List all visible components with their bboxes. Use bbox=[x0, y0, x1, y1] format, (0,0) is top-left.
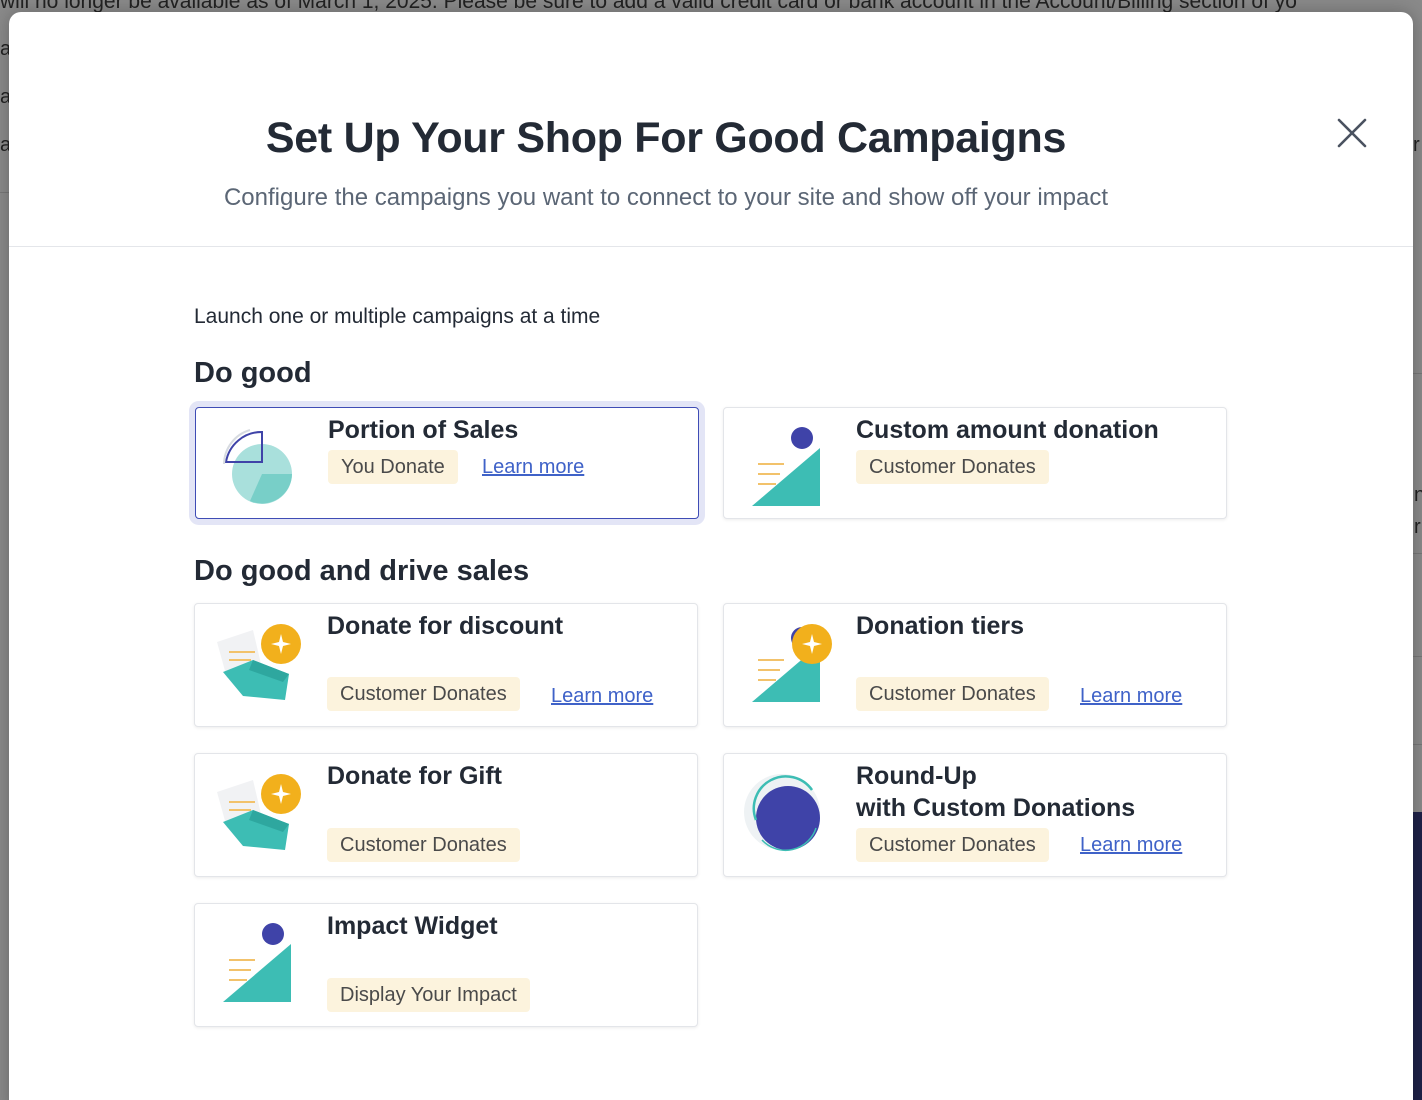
campaign-card-impact-widget[interactable]: Impact Widget Display Your Impact bbox=[194, 903, 698, 1027]
learn-more-link[interactable]: Learn more bbox=[482, 450, 584, 484]
discount-gift-icon bbox=[213, 620, 303, 710]
campaign-card-portion-of-sales[interactable]: Portion of Sales You Donate Learn more bbox=[195, 407, 699, 519]
card-title: Donate for Gift bbox=[327, 762, 502, 790]
learn-more-link[interactable]: Learn more bbox=[1080, 679, 1182, 713]
modal-title: Set Up Your Shop For Good Campaigns bbox=[265, 114, 1067, 162]
bg-fragment: n bbox=[1414, 484, 1422, 506]
card-title-line2: with Custom Donations bbox=[856, 794, 1136, 822]
section-title-do-good-drive-sales: Do good and drive sales bbox=[194, 555, 530, 587]
intro-text: Launch one or multiple campaigns at a ti… bbox=[194, 305, 601, 328]
bg-fragment: r bbox=[1414, 516, 1421, 538]
card-tag: Display Your Impact bbox=[327, 978, 530, 1012]
card-title: Donation tiers bbox=[856, 612, 1025, 640]
learn-more-link[interactable]: Learn more bbox=[1080, 828, 1182, 862]
card-tag: Customer Donates bbox=[327, 677, 520, 711]
close-button[interactable] bbox=[1331, 112, 1373, 154]
bg-navy-panel bbox=[1412, 812, 1422, 1100]
pie-chart-icon bbox=[214, 424, 304, 514]
round-up-icon bbox=[742, 770, 832, 860]
gift-icon bbox=[213, 770, 303, 860]
card-tag: Customer Donates bbox=[856, 828, 1049, 862]
card-title-line1: Round-Up bbox=[856, 762, 977, 790]
bg-fragment: r bbox=[1413, 134, 1420, 156]
card-title: Round-Up with Custom Donations bbox=[856, 760, 1135, 824]
campaign-card-donate-for-discount[interactable]: Donate for discount Customer Donates Lea… bbox=[194, 603, 698, 727]
learn-more-link[interactable]: Learn more bbox=[551, 679, 653, 713]
campaign-card-donation-tiers[interactable]: Donation tiers Customer Donates Learn mo… bbox=[723, 603, 1227, 727]
card-tag: Customer Donates bbox=[327, 828, 520, 862]
card-title: Custom amount donation bbox=[856, 416, 1159, 444]
section-title-do-good: Do good bbox=[194, 357, 312, 389]
impact-widget-icon bbox=[213, 920, 303, 1010]
card-tag: Customer Donates bbox=[856, 677, 1049, 711]
card-tag: Customer Donates bbox=[856, 450, 1049, 484]
card-title: Impact Widget bbox=[327, 912, 498, 940]
campaign-setup-modal: Set Up Your Shop For Good Campaigns Conf… bbox=[9, 12, 1413, 1100]
tiers-icon bbox=[742, 620, 832, 710]
close-icon bbox=[1337, 118, 1367, 148]
campaign-card-round-up[interactable]: Round-Up with Custom Donations Customer … bbox=[723, 753, 1227, 877]
campaign-card-custom-amount-donation[interactable]: Custom amount donation Customer Donates bbox=[723, 407, 1227, 519]
card-title: Donate for discount bbox=[327, 612, 564, 640]
card-tag: You Donate bbox=[328, 450, 458, 484]
triangle-ball-icon bbox=[742, 424, 832, 514]
campaign-card-donate-for-gift[interactable]: Donate for Gift Customer Donates bbox=[194, 753, 698, 877]
modal-header: Set Up Your Shop For Good Campaigns Conf… bbox=[9, 12, 1413, 247]
card-title: Portion of Sales bbox=[328, 416, 519, 444]
modal-subtitle: Configure the campaigns you want to conn… bbox=[223, 184, 1109, 211]
